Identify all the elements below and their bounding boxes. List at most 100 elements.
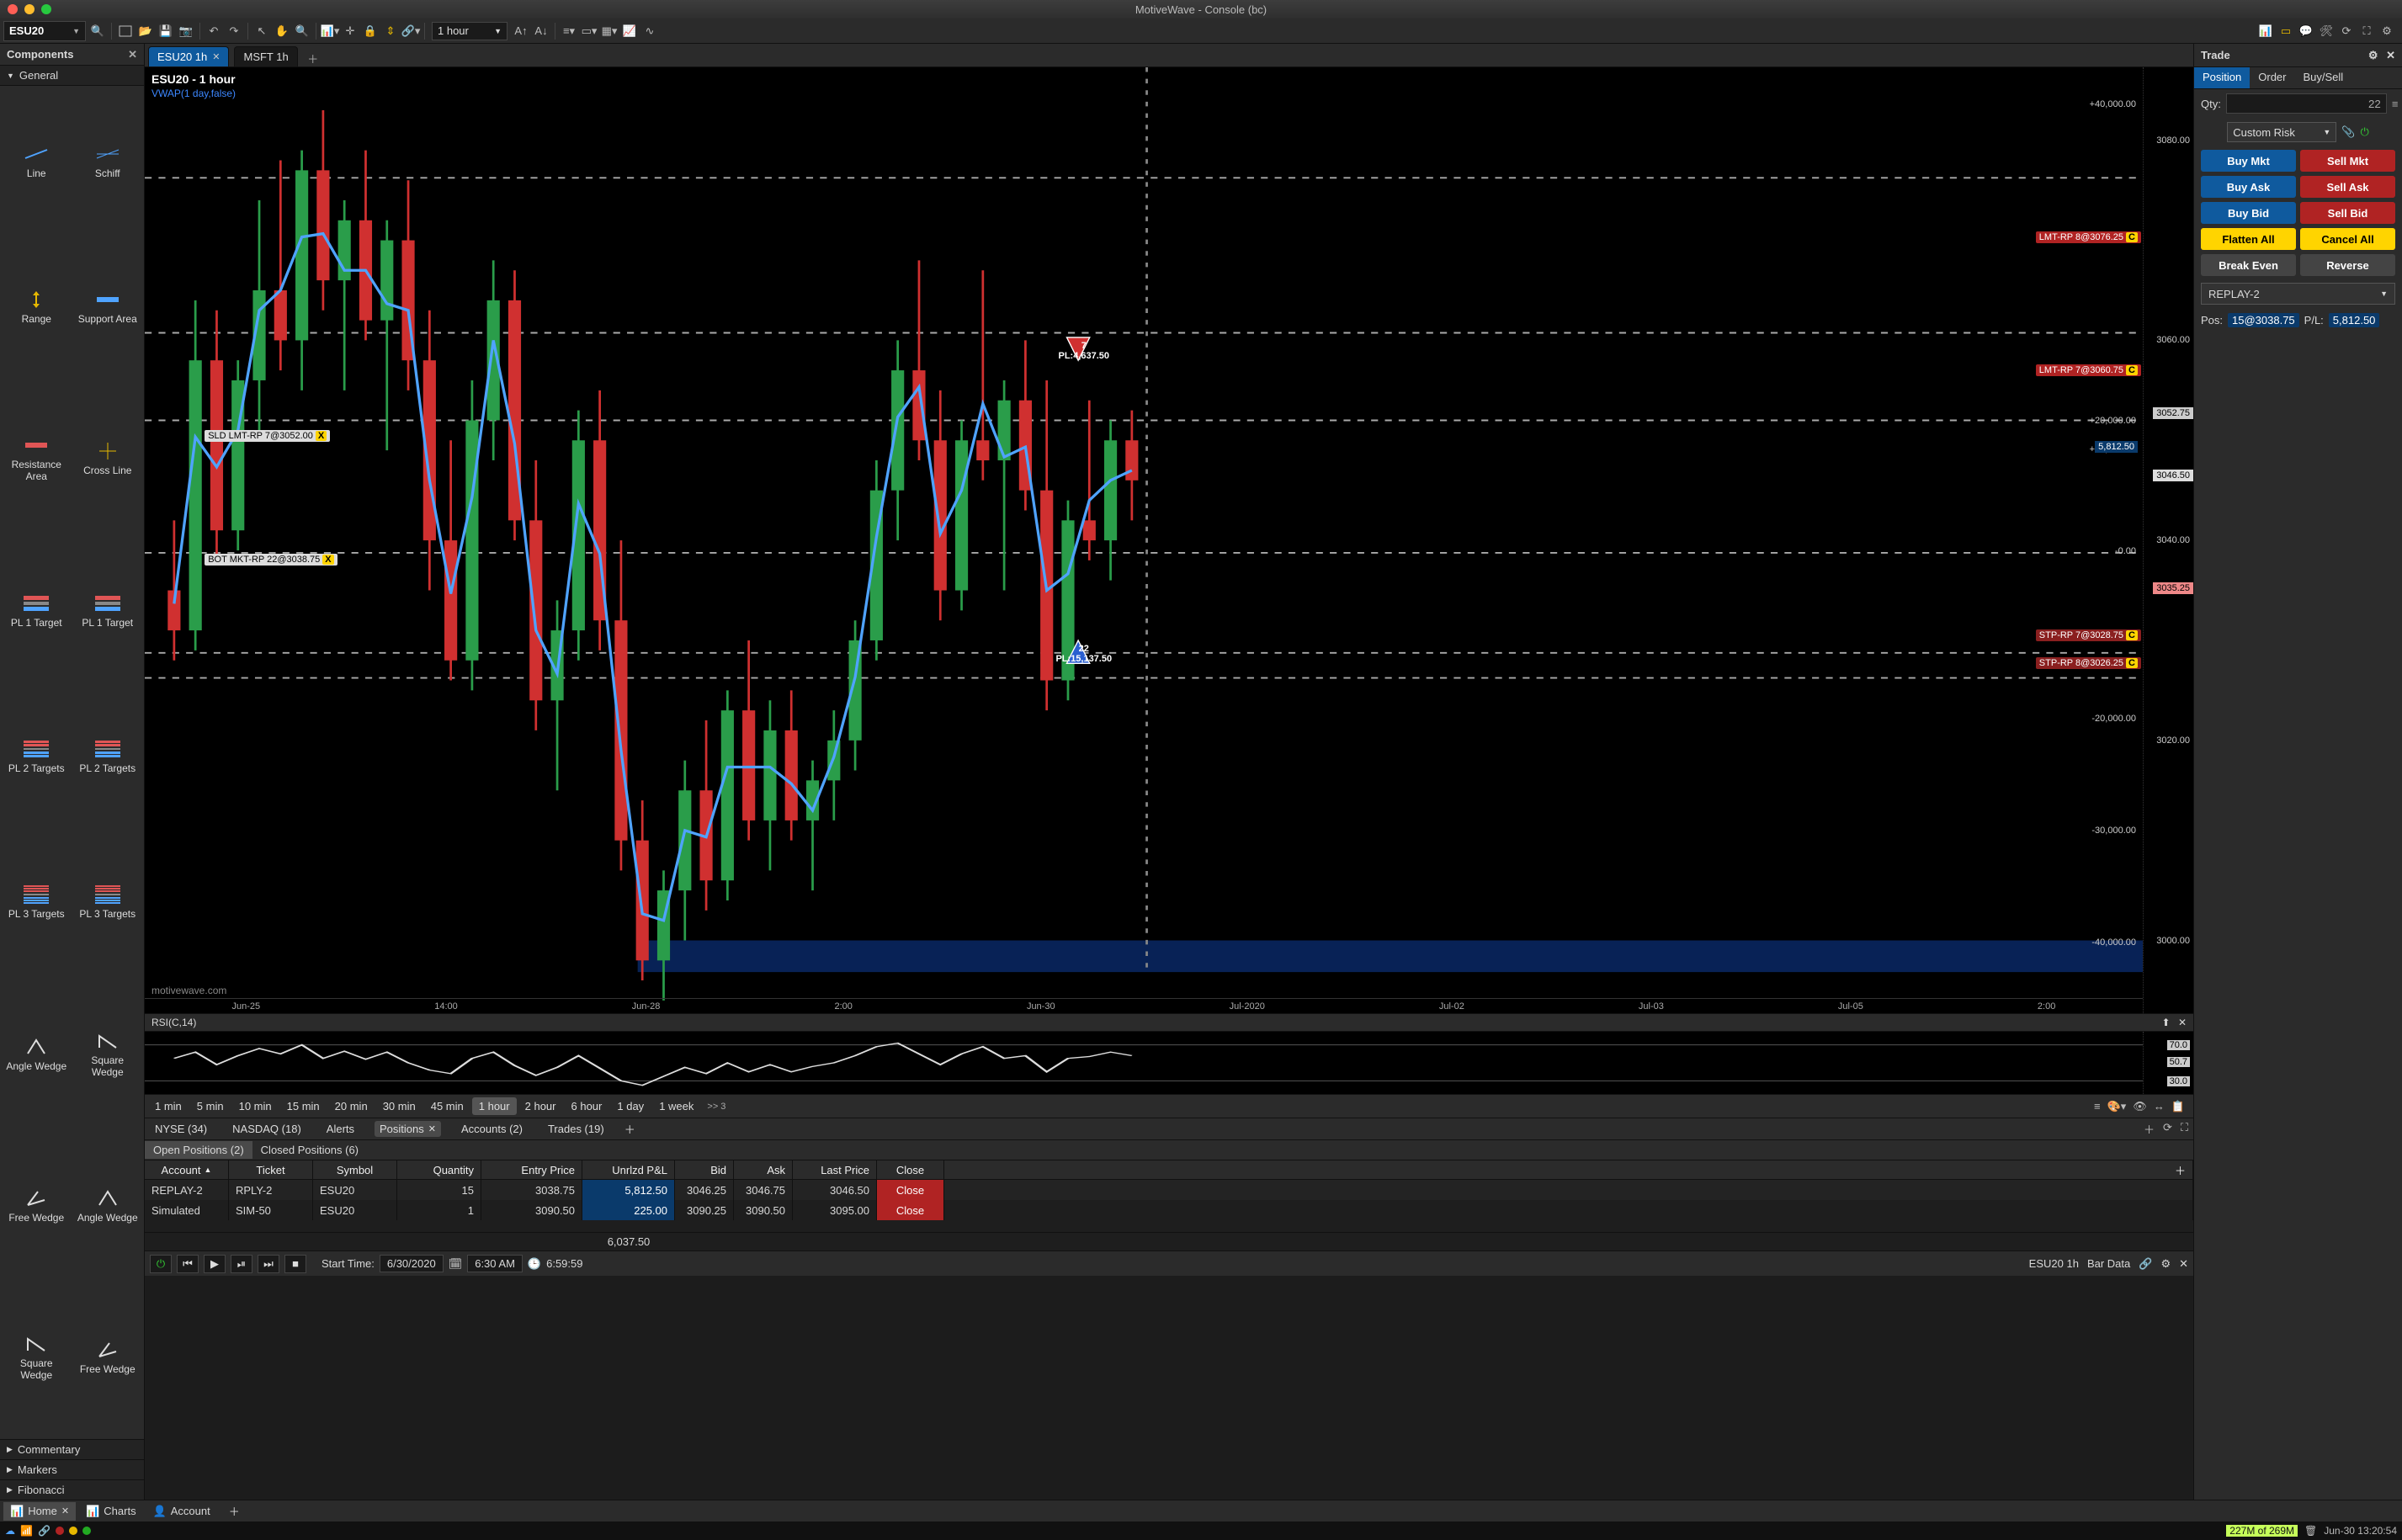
data-tab-positions[interactable]: Positions✕ [375,1121,441,1137]
chat-icon[interactable]: 💬 [2296,21,2316,41]
order-marker[interactable]: LMT-RP 7@3060.75C [2036,364,2141,376]
replay-play-button[interactable]: ▶ [204,1255,226,1273]
replay-close-icon[interactable]: ✕ [2179,1257,2188,1271]
crosshair-icon[interactable]: ✛ [340,21,360,41]
calendar-icon[interactable]: 🗓 [449,1257,463,1271]
camera-icon[interactable]: 📷 [176,21,196,41]
expand-icon[interactable]: ⛶ [2357,21,2377,41]
memory-usage[interactable]: 227M of 269M [2226,1525,2298,1537]
order-cancel-icon[interactable]: C [2126,365,2138,375]
add-tab-button[interactable]: ＋ [303,50,323,66]
component-square-wedge[interactable]: Square Wedge [73,976,143,1132]
table-header-entry-price[interactable]: Entry Price [481,1160,582,1179]
positions-subtab[interactable]: Closed Positions (6) [252,1141,367,1159]
components-accordion-fibonacci[interactable]: ▶Fibonacci [0,1479,144,1500]
settings-gear-icon[interactable]: ⚙ [2377,21,2397,41]
start-time-field[interactable]: 6:30 AM [467,1255,523,1272]
page-tab-charts[interactable]: 📊Charts [79,1502,142,1521]
refresh-icon[interactable]: ⟳ [2336,21,2357,41]
start-date-field[interactable]: 6/30/2020 [380,1255,444,1272]
timeframe-1-hour[interactable]: 1 hour [472,1097,517,1115]
price-axis[interactable]: 3080.003060.003040.003020.003000.003052.… [2143,67,2193,1013]
trade-tab-order[interactable]: Order [2250,67,2294,88]
risk-select[interactable]: Custom Risk ▼ [2227,122,2336,142]
table-header-symbol[interactable]: Symbol [313,1160,397,1179]
trade-close-icon[interactable]: ✕ [2386,49,2395,61]
add-column-icon[interactable]: ＋ [2175,1162,2186,1178]
data-tab-accounts[interactable]: Accounts (2) [456,1121,528,1137]
order-marker[interactable]: STP-RP 7@3028.75C [2036,629,2141,641]
replay-rewind-button[interactable]: ⏮ [177,1255,199,1273]
table-header-close[interactable]: Close [877,1160,944,1179]
search-icon[interactable]: 🔍 [88,21,108,41]
component-free-wedge[interactable]: Free Wedge [73,1280,143,1436]
timeframe-1-day[interactable]: 1 day [610,1097,651,1115]
link-icon[interactable]: 🔗 [38,1525,50,1537]
dom-icon[interactable]: 📊 [2256,21,2276,41]
table-header-last-price[interactable]: Last Price [793,1160,877,1179]
close-position-button[interactable]: Close [877,1200,943,1220]
timeframe-select[interactable]: 1 hour ▼ [432,22,508,40]
undo-icon[interactable]: ↶ [204,21,224,41]
chart-tool-icon-2[interactable]: 👁 [2133,1100,2147,1113]
indicator-icon[interactable]: ∿ [640,21,660,41]
buy-ask-button[interactable]: Buy Ask [2201,176,2296,198]
order-marker[interactable]: STP-RP 8@3026.25C [2036,657,2141,669]
clock-icon[interactable]: 🕒 [528,1257,541,1271]
chart-tab-MSFT-1h[interactable]: MSFT 1h [234,46,297,66]
component-schiff[interactable]: Schiff [73,89,143,233]
component-free-wedge[interactable]: Free Wedge [2,1134,72,1277]
power-icon[interactable]: ⏻ [2360,125,2368,139]
page-tab-home[interactable]: 📊Home✕ [3,1502,76,1521]
chart-tool-icon-0[interactable]: ≡ [2094,1100,2101,1113]
add-page-tab-button[interactable]: ＋ [229,1503,240,1519]
redo-icon[interactable]: ↷ [224,21,244,41]
tab-close-icon[interactable]: ✕ [428,1123,436,1134]
trade-marker[interactable]: SLD LMT-RP 7@3052.00X [205,430,330,442]
timeframe-10-min[interactable]: 10 min [232,1097,279,1115]
replay-step-button[interactable]: ⏯ [231,1255,252,1273]
qty-stepper-icon[interactable]: ≡ [2392,98,2399,110]
tab-close-icon[interactable]: ✕ [61,1505,69,1516]
buy-mkt-button[interactable]: Buy Mkt [2201,150,2296,172]
font-decrease-icon[interactable]: A↓ [531,21,551,41]
table-header-ask[interactable]: Ask [734,1160,793,1179]
trade-tab-buy-sell[interactable]: Buy/Sell [2294,67,2352,88]
chart-tool-icon-1[interactable]: 🎨▾ [2107,1100,2127,1113]
component-resistance-area[interactable]: Resistance Area [2,381,72,537]
table-header-quantity[interactable]: Quantity [397,1160,481,1179]
data-tabs-tool-1[interactable]: ⟳ [2163,1121,2172,1137]
sell-bid-button[interactable]: Sell Bid [2300,202,2395,224]
tab-close-icon[interactable]: ✕ [212,51,220,62]
tools-icon[interactable]: 🛠 [2316,21,2336,41]
bar-type-icon[interactable]: 📊▾ [320,21,340,41]
timeframe-1-week[interactable]: 1 week [652,1097,700,1115]
account-select[interactable]: REPLAY-2 ▼ [2201,283,2395,305]
order-cancel-icon[interactable]: C [2126,232,2138,242]
timeframe-30-min[interactable]: 30 min [376,1097,422,1115]
price-chart[interactable]: ESU20 - 1 hour VWAP(1 day,false) motivew… [145,67,2193,1013]
buy-bid-button[interactable]: Buy Bid [2201,202,2296,224]
timeframe-1-min[interactable]: 1 min [148,1097,189,1115]
data-tab-nasdaq[interactable]: NASDAQ (18) [227,1121,306,1137]
rsi-chart[interactable]: 70.050.730.0 [145,1032,2193,1094]
component-cross-line[interactable]: Cross Line [73,381,143,537]
table-header-bid[interactable]: Bid [675,1160,734,1179]
timeframe-2-hour[interactable]: 2 hour [518,1097,563,1115]
flatten-button[interactable]: Flatten All [2201,228,2296,250]
cloud-icon[interactable]: ☁ [5,1525,15,1537]
chart-tool-icon-3[interactable]: ↔ [2154,1100,2165,1113]
replay-stop-button[interactable]: ■ [284,1255,306,1273]
hand-icon[interactable]: ✋ [272,21,292,41]
components-section-general[interactable]: ▼ General [0,66,144,86]
component-support-area[interactable]: Support Area [73,235,143,379]
grid-layout-icon[interactable]: ▦▾ [599,21,619,41]
component-range[interactable]: Range [2,235,72,379]
layout-icon[interactable]: ▭▾ [579,21,599,41]
timeframe-45-min[interactable]: 45 min [424,1097,470,1115]
lock-candle-icon[interactable]: 🔒 [360,21,380,41]
data-tab-alerts[interactable]: Alerts [322,1121,359,1137]
zoom-icon[interactable]: 🔍 [292,21,312,41]
sell-ask-button[interactable]: Sell Ask [2300,176,2395,198]
add-data-tab-button[interactable]: ＋ [624,1121,635,1137]
